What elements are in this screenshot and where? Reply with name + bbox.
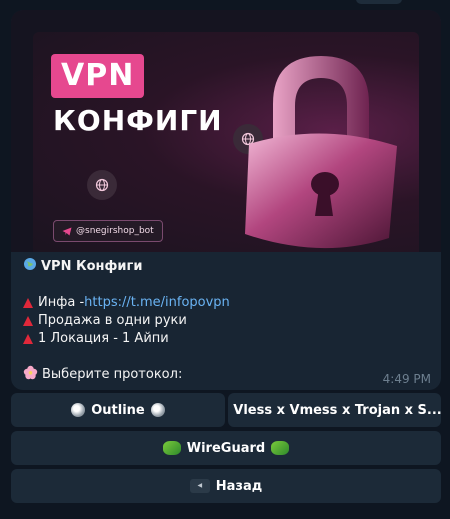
banner-image: VPN КОНФИГИ @snegirshop_bot [11,10,441,252]
dragon-icon [162,441,181,455]
message-time: 4:49 PM [382,372,431,386]
outline-button[interactable]: Outline [11,393,225,427]
vpn-badge: VPN [51,54,145,98]
info-line: Инфа - https://t.me/infopovpn [23,294,429,312]
red-triangle-icon [23,298,33,308]
red-triangle-icon [23,316,33,326]
bot-message: VPN КОНФИГИ @snegirshop_bot VPN Конфиги … [11,10,441,390]
back-button[interactable]: ◀ Назад [11,469,441,503]
prompt-text: Выберите протокол: [42,367,183,382]
message-title: VPN Конфиги [41,259,143,274]
red-triangle-icon [23,334,33,344]
back-label: Назад [215,478,263,494]
banner-card: VPN КОНФИГИ @snegirshop_bot [33,32,419,252]
sale-line: Продажа в одни руки [23,312,429,330]
outline-label: Outline [91,402,145,418]
bot-handle-chip: @snegirshop_bot [53,220,163,242]
blossom-icon [23,365,38,386]
message-header: VPN Конфиги [23,258,429,276]
telegram-icon [62,227,72,235]
vless-button[interactable]: Vless x Vmess x Trojan x S... [228,393,441,427]
dragon-icon [271,441,290,455]
padlock-icon [245,56,397,249]
bot-handle: @snegirshop_bot [76,226,154,236]
prompt-line: Выберите протокол: [23,365,429,386]
banner-title: КОНФИГИ [53,104,223,137]
location-line: 1 Локация - 1 Айпи [23,330,429,348]
wireguard-label: WireGuard [186,440,266,456]
location-text: 1 Локация - 1 Айпи [38,331,169,346]
globe-emoji-icon [23,257,37,277]
top-scroll-pill [356,0,402,4]
white-circle-icon [150,403,165,417]
white-circle-icon [71,403,86,417]
info-label: Инфа - [38,295,85,310]
sale-text: Продажа в одни руки [38,313,187,328]
info-link[interactable]: https://t.me/infopovpn [84,294,230,312]
globe-icon [87,170,117,200]
vless-label: Vless x Vmess x Trojan x S... [233,402,441,418]
message-text: VPN Конфиги Инфа - https://t.me/infopovp… [23,258,429,384]
wireguard-button[interactable]: WireGuard [11,431,441,465]
back-arrow-icon: ◀ [189,479,210,493]
